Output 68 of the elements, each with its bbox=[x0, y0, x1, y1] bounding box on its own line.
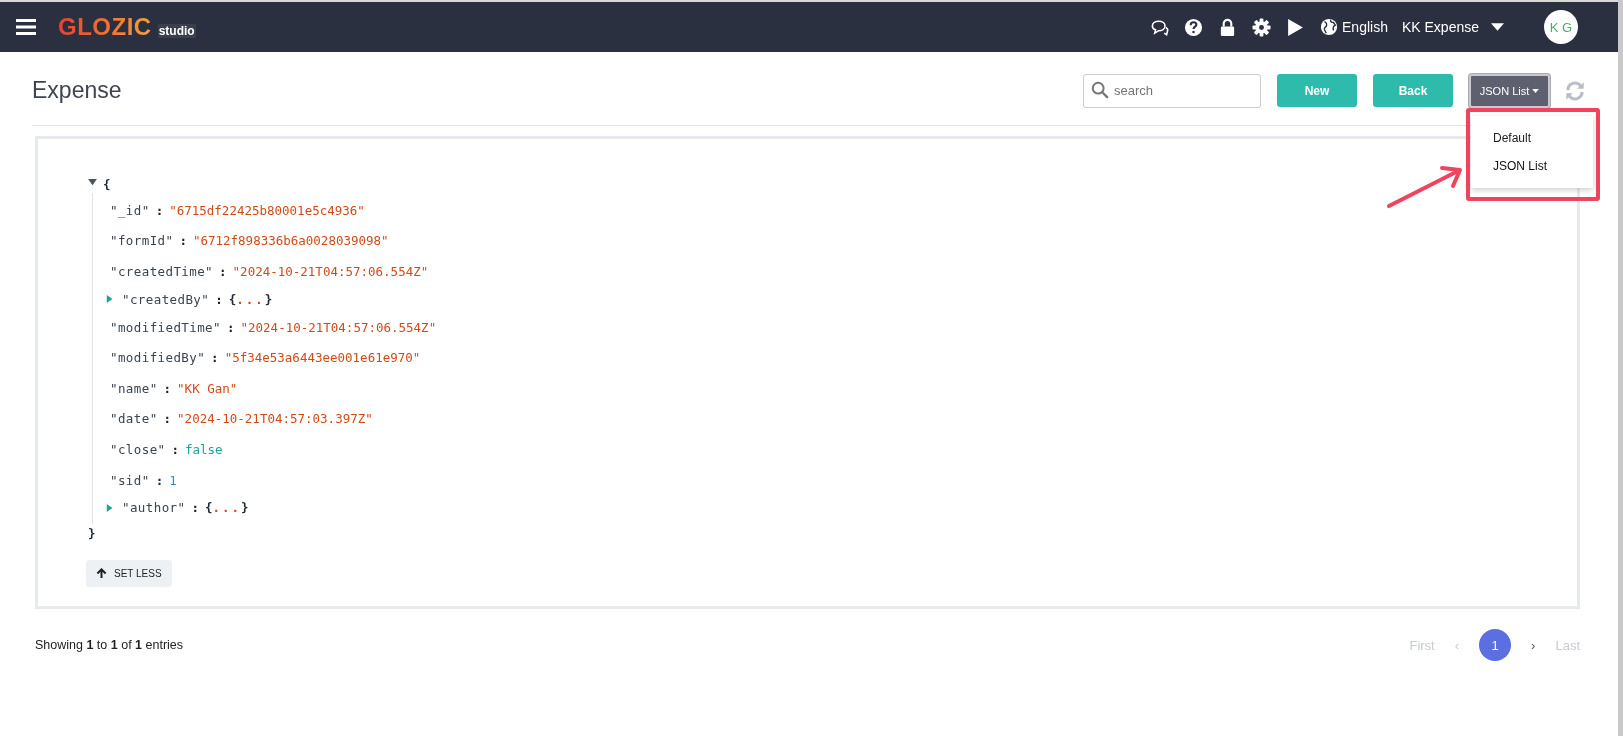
collapse-toggle-icon[interactable] bbox=[88, 178, 97, 186]
language-button[interactable]: English bbox=[1320, 18, 1388, 36]
json-colon: : bbox=[191, 500, 199, 516]
json-key: "name" bbox=[110, 380, 158, 396]
json-value: "5f34e53a6443ee001e61e970" bbox=[224, 350, 421, 366]
json-ellipsis[interactable]: ... bbox=[212, 500, 242, 516]
expand-toggle-icon[interactable] bbox=[106, 295, 114, 304]
json-colon: : bbox=[163, 411, 172, 427]
json-value: "2024-10-21T04:57:03.397Z" bbox=[177, 411, 373, 427]
json-colon: : bbox=[155, 202, 164, 218]
json-colon: : bbox=[219, 264, 227, 279]
json-brace: } bbox=[241, 500, 249, 516]
json-colon: : bbox=[215, 291, 223, 307]
search-icon bbox=[1091, 80, 1109, 99]
set-less-button[interactable]: SET LESS bbox=[86, 560, 172, 588]
chat-icon[interactable] bbox=[1150, 17, 1169, 37]
json-brace: { bbox=[228, 291, 237, 307]
json-key: "modifiedTime" bbox=[110, 319, 221, 335]
json-key: "date" bbox=[110, 411, 158, 427]
json-key: "_id" bbox=[110, 202, 150, 218]
json-value: "2024-10-21T04:57:06.554Z" bbox=[240, 319, 437, 335]
dropdown-item[interactable]: Default bbox=[1471, 123, 1593, 152]
entries-info: Showing 1 to 1 of 1 entries bbox=[35, 638, 184, 652]
lock-icon[interactable] bbox=[1218, 17, 1237, 37]
pagination-button[interactable]: 1 bbox=[1479, 629, 1512, 661]
expand-toggle-icon[interactable] bbox=[106, 503, 114, 512]
arrow-up-icon bbox=[96, 568, 107, 580]
json-brace: { bbox=[204, 500, 213, 516]
caret-icon bbox=[1491, 23, 1504, 31]
app-menu-button[interactable]: KK Expense bbox=[1401, 19, 1504, 35]
json-ellipsis[interactable]: ... bbox=[236, 291, 265, 307]
play-icon[interactable] bbox=[1286, 17, 1305, 37]
json-key: "createdBy" bbox=[122, 291, 210, 307]
menu-icon[interactable] bbox=[16, 19, 36, 35]
json-value: 1 bbox=[169, 472, 177, 488]
json-value: false bbox=[185, 441, 223, 457]
action-button[interactable]: Back bbox=[1373, 74, 1453, 107]
json-brace: { bbox=[103, 176, 111, 192]
json-colon: : bbox=[211, 350, 219, 366]
globe-icon bbox=[1320, 18, 1338, 36]
dropdown-item[interactable]: JSON List bbox=[1471, 151, 1593, 180]
json-colon: : bbox=[163, 380, 172, 396]
page-title: Expense bbox=[32, 77, 122, 104]
json-value: "6712f898336b6a0028039098" bbox=[192, 233, 389, 249]
json-key: "formId" bbox=[110, 233, 174, 249]
json-value: "KK Gan" bbox=[177, 380, 238, 396]
help-icon[interactable] bbox=[1184, 17, 1203, 37]
json-key: "sid" bbox=[110, 472, 150, 488]
json-colon: : bbox=[155, 472, 164, 488]
json-brace: } bbox=[264, 291, 273, 307]
json-value: "2024-10-21T04:57:06.554Z" bbox=[232, 264, 429, 279]
json-colon: : bbox=[171, 441, 179, 457]
json-value: "6715df22425b80001e5c4936" bbox=[169, 202, 365, 218]
pagination-button[interactable]: › bbox=[1531, 637, 1536, 653]
json-key: "close" bbox=[110, 441, 166, 457]
json-colon: : bbox=[179, 233, 187, 249]
json-key: "modifiedBy" bbox=[110, 350, 206, 366]
settings-icon[interactable] bbox=[1252, 17, 1271, 37]
json-colon: : bbox=[226, 319, 235, 335]
logo-subtitle: studio bbox=[157, 24, 196, 38]
search-field[interactable]: search bbox=[1083, 73, 1261, 108]
caret-icon bbox=[1532, 88, 1540, 93]
json-key: "createdTime" bbox=[110, 264, 214, 279]
action-button[interactable]: New bbox=[1277, 74, 1357, 107]
json-brace: } bbox=[88, 525, 96, 541]
view-dropdown-button[interactable]: JSON List bbox=[1469, 73, 1550, 108]
json-key: "author" bbox=[122, 500, 186, 516]
user-avatar[interactable]: K G bbox=[1544, 10, 1578, 44]
